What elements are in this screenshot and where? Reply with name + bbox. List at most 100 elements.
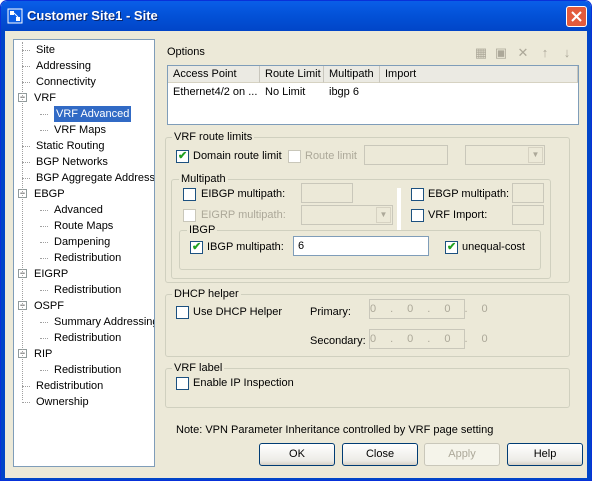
column-header[interactable]: Import	[380, 66, 578, 83]
tree-item[interactable]: Static Routing	[36, 138, 104, 154]
enable-ip-inspection-checkbox[interactable]	[176, 377, 189, 390]
ibgp-multipath-label: IBGP multipath:	[207, 241, 284, 253]
eibgp-multipath-input[interactable]	[301, 183, 353, 203]
tree-connector	[40, 370, 48, 371]
chevron-down-icon: ▼	[376, 207, 391, 223]
tree-connector	[40, 338, 48, 339]
tree-item[interactable]: Summary Addressing	[54, 314, 154, 330]
vrf-import-input[interactable]	[512, 205, 544, 225]
enable-ip-inspection-label: Enable IP Inspection	[193, 377, 294, 389]
navigation-tree[interactable]: Site Addressing Connectivity VRF − VRF Advanc…	[13, 39, 155, 467]
tree-item[interactable]: Route Maps	[54, 218, 113, 234]
new-row-icon[interactable]: ▦	[473, 45, 489, 61]
eigrp-multipath-label: EIGRP multipath:	[201, 209, 286, 221]
tree-item[interactable]: Dampening	[54, 234, 110, 250]
dhcp-helper-title: DHCP helper	[172, 288, 241, 300]
tree-item[interactable]: Site	[36, 42, 55, 58]
vrf-import-label: VRF Import:	[428, 209, 488, 221]
unequal-cost-checkbox[interactable]: ✔	[445, 241, 458, 254]
tree-connector	[22, 42, 23, 400]
apply-button[interactable]: Apply	[424, 443, 500, 466]
tree-item[interactable]: Addressing	[36, 58, 91, 74]
tree-item[interactable]: BGP Networks	[36, 154, 108, 170]
tree-item[interactable]: VRF Maps	[54, 122, 106, 138]
inheritance-note: Note: VPN Parameter Inheritance controll…	[176, 424, 494, 436]
domain-route-limit-label: Domain route limit	[193, 150, 282, 162]
tree-connector	[40, 130, 48, 131]
tree-item[interactable]: RIP	[34, 346, 52, 362]
tree-connector	[40, 114, 48, 115]
route-limit-input[interactable]	[364, 145, 448, 165]
ebgp-multipath-input[interactable]	[512, 183, 544, 203]
column-header[interactable]: Access Point	[168, 66, 260, 83]
tree-item[interactable]: BGP Aggregate Address	[36, 170, 154, 186]
ip-value: 0.0.0.0	[370, 333, 502, 345]
secondary-label: Secondary:	[310, 335, 366, 347]
move-up-icon[interactable]: ↑	[537, 45, 553, 61]
tree-item[interactable]: Redistribution	[36, 378, 103, 394]
tree-connector	[40, 210, 48, 211]
dialog-window: Customer Site1 - Site Site Addressing Conn…	[0, 0, 592, 481]
table-cell[interactable]: No Limit	[260, 84, 305, 100]
tree-item[interactable]: Ownership	[36, 394, 89, 410]
multipath-title: Multipath	[179, 173, 228, 185]
use-dhcp-helper-checkbox[interactable]	[176, 306, 189, 319]
tree-connector	[22, 82, 30, 83]
tree-connector	[22, 402, 30, 403]
column-header[interactable]: Route Limit	[260, 66, 324, 83]
domain-route-limit-checkbox[interactable]: ✔	[176, 150, 189, 163]
ip-value: 0.0.0.0	[370, 303, 502, 315]
edit-row-icon[interactable]: ▣	[493, 45, 509, 61]
tree-item[interactable]: OSPF	[34, 298, 64, 314]
tree-item[interactable]: Advanced	[54, 202, 103, 218]
tree-connector	[22, 50, 30, 51]
help-button[interactable]: Help	[507, 443, 583, 466]
tree-connector	[22, 146, 30, 147]
use-dhcp-helper-label: Use DHCP Helper	[193, 306, 283, 318]
tree-connector	[40, 242, 48, 243]
network-app-icon	[7, 8, 23, 24]
tree-item[interactable]: EIGRP	[34, 266, 68, 282]
secondary-ip-input[interactable]: 0.0.0.0	[369, 329, 488, 349]
title-bar[interactable]: Customer Site1 - Site	[1, 1, 591, 31]
eigrp-multipath-select[interactable]: ▼	[301, 205, 393, 225]
table-cell[interactable]: Ethernet4/2 on ...	[168, 84, 257, 100]
ibgp-multipath-checkbox[interactable]: ✔	[190, 241, 203, 254]
delete-icon[interactable]: ✕	[515, 45, 531, 61]
tree-connector	[40, 290, 48, 291]
ibgp-multipath-input[interactable]: 6	[293, 236, 429, 256]
tree-connector	[22, 386, 30, 387]
tree-connector	[22, 178, 30, 179]
tree-item[interactable]: Redistribution	[54, 282, 121, 298]
ibgp-title: IBGP	[187, 224, 218, 236]
tree-item[interactable]: Connectivity	[36, 74, 96, 90]
tree-item[interactable]: VRF	[34, 90, 56, 106]
close-button[interactable]: Close	[342, 443, 418, 466]
route-limit-select[interactable]: ▼	[465, 145, 545, 165]
tree-item[interactable]: Redistribution	[54, 362, 121, 378]
tree-item[interactable]: Redistribution	[54, 250, 121, 266]
close-window-button[interactable]	[566, 6, 587, 27]
route-limit-label: Route limit	[305, 150, 357, 162]
close-icon	[571, 11, 582, 22]
eigrp-multipath-checkbox[interactable]	[183, 209, 196, 222]
eibgp-multipath-checkbox[interactable]	[183, 188, 196, 201]
column-header[interactable]: Multipath	[324, 66, 380, 83]
tree-connector	[40, 226, 48, 227]
tree-item[interactable]: EBGP	[34, 186, 65, 202]
ok-button[interactable]: OK	[259, 443, 335, 466]
route-limit-checkbox[interactable]	[288, 150, 301, 163]
tree-connector	[40, 258, 48, 259]
move-down-icon[interactable]: ↓	[559, 45, 575, 61]
ebgp-multipath-checkbox[interactable]	[411, 188, 424, 201]
tree-item[interactable]: VRF Advanced	[54, 106, 132, 122]
primary-label: Primary:	[310, 306, 351, 318]
options-table[interactable]: Access Point Route Limit Multipath Impor…	[167, 65, 579, 125]
tree-connector	[22, 66, 30, 67]
table-cell[interactable]: ibgp 6	[324, 84, 359, 100]
tree-item[interactable]: Redistribution	[54, 330, 121, 346]
divider	[397, 188, 401, 230]
primary-ip-input[interactable]: 0.0.0.0	[369, 299, 488, 319]
tree-connector	[22, 162, 30, 163]
vrf-import-checkbox[interactable]	[411, 209, 424, 222]
